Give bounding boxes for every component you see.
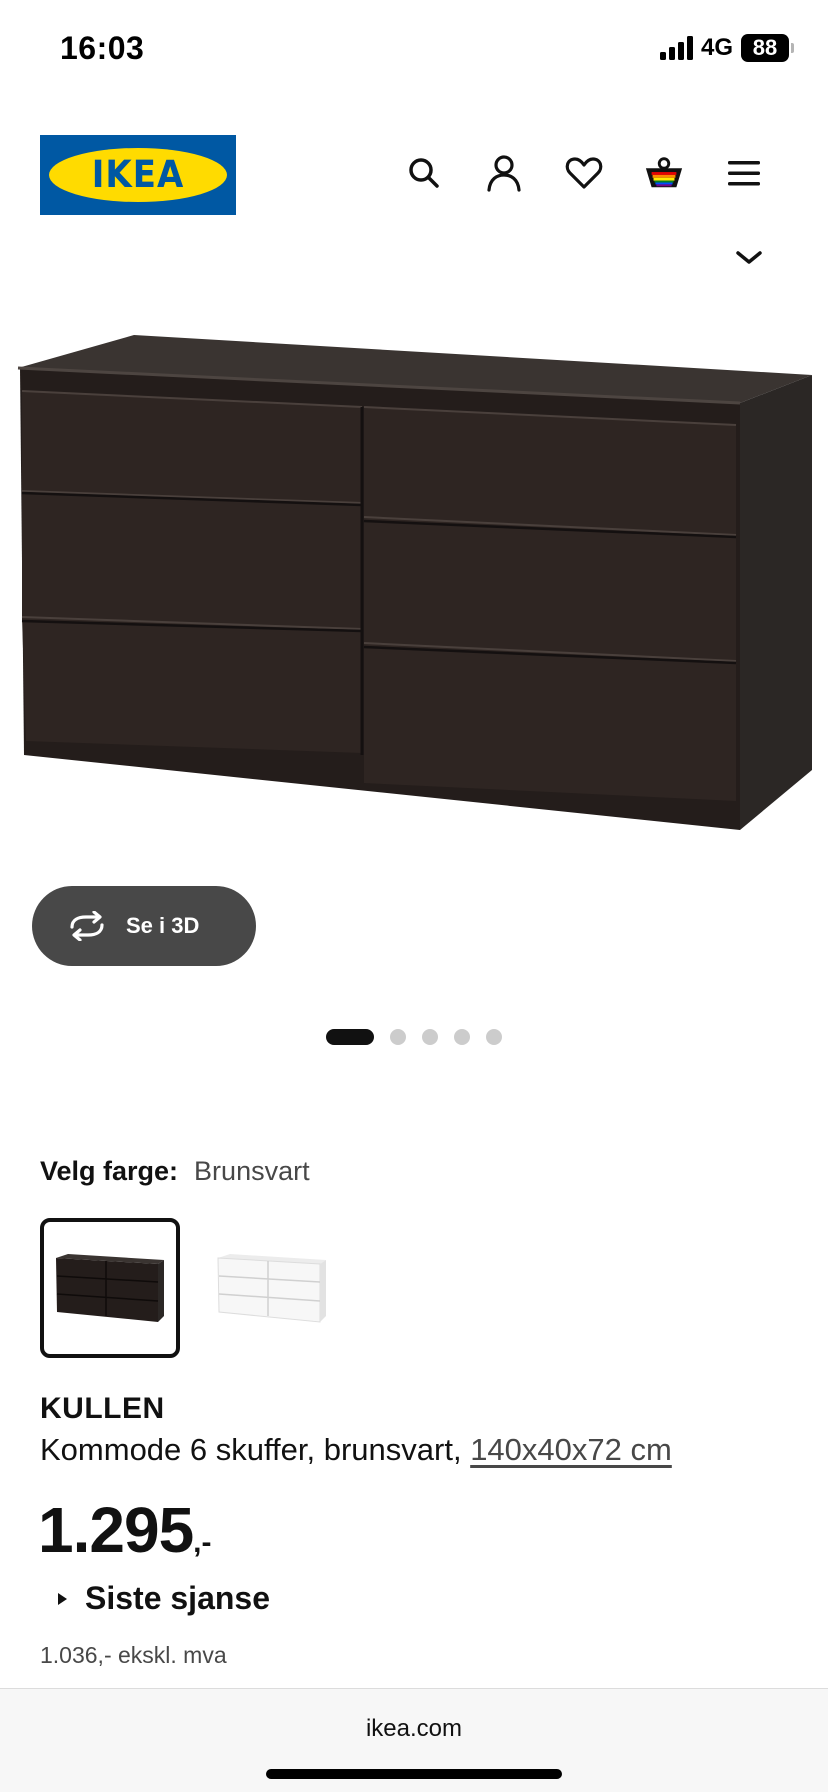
color-selection: Velg farge: Brunsvart xyxy=(40,1156,310,1187)
last-chance-label: Siste sjanse xyxy=(85,1580,270,1616)
menu-icon[interactable] xyxy=(724,153,764,193)
product-description-text: Kommode 6 skuffer, brunsvart, xyxy=(40,1432,471,1467)
heart-icon[interactable] xyxy=(564,153,604,193)
logo-text: IKEA xyxy=(91,153,185,197)
price-suffix: ,- xyxy=(193,1526,212,1559)
chevron-down-icon[interactable] xyxy=(735,250,763,266)
swatch-brunsvart[interactable] xyxy=(40,1218,180,1358)
rotate-3d-icon xyxy=(70,911,104,941)
product-name: KULLEN xyxy=(40,1392,165,1425)
view-3d-label: Se i 3D xyxy=(126,913,200,938)
carousel-dot-1[interactable] xyxy=(326,1029,374,1045)
color-value: Brunsvart xyxy=(194,1156,310,1186)
status-bar: 16:03 4G 88 xyxy=(0,0,828,100)
header-actions xyxy=(404,153,764,193)
color-swatches xyxy=(40,1218,342,1358)
signal-icon xyxy=(659,36,693,60)
status-time: 16:03 xyxy=(60,30,145,66)
address-domain[interactable]: ikea.com xyxy=(0,1715,828,1743)
product-description: Kommode 6 skuffer, brunsvart, 140x40x72 … xyxy=(40,1432,672,1468)
ikea-logo[interactable]: IKEA xyxy=(40,135,236,215)
search-icon[interactable] xyxy=(404,153,444,193)
product-price: 1.295 ,- xyxy=(38,1498,211,1562)
carousel-dot-2[interactable] xyxy=(390,1029,406,1045)
browser-address-bar: ikea.com xyxy=(0,1688,828,1792)
price-amount: 1.295 xyxy=(38,1494,194,1566)
price-ex-vat: 1.036,- ekskl. mva xyxy=(40,1642,227,1668)
last-chance-toggle[interactable]: Siste sjanse xyxy=(58,1580,270,1617)
view-3d-button[interactable]: Se i 3D xyxy=(32,886,256,966)
home-indicator[interactable] xyxy=(266,1769,562,1779)
status-indicators: 4G 88 xyxy=(659,34,794,62)
carousel-dot-4[interactable] xyxy=(454,1029,470,1045)
basket-icon[interactable] xyxy=(644,153,684,193)
battery-icon: 88 xyxy=(741,34,794,62)
carousel-dot-3[interactable] xyxy=(422,1029,438,1045)
battery-level: 88 xyxy=(741,34,789,62)
product-image[interactable] xyxy=(0,325,828,885)
carousel-pagination xyxy=(326,1029,502,1045)
network-type: 4G xyxy=(700,34,733,61)
swatch-hvit[interactable] xyxy=(202,1218,342,1358)
site-header: IKEA xyxy=(0,135,828,217)
color-label: Velg farge: xyxy=(40,1156,179,1186)
caret-right-icon xyxy=(58,1592,67,1605)
carousel-dot-5[interactable] xyxy=(486,1029,502,1045)
dimensions-link[interactable]: 140x40x72 cm xyxy=(470,1432,672,1467)
profile-icon[interactable] xyxy=(484,153,524,193)
